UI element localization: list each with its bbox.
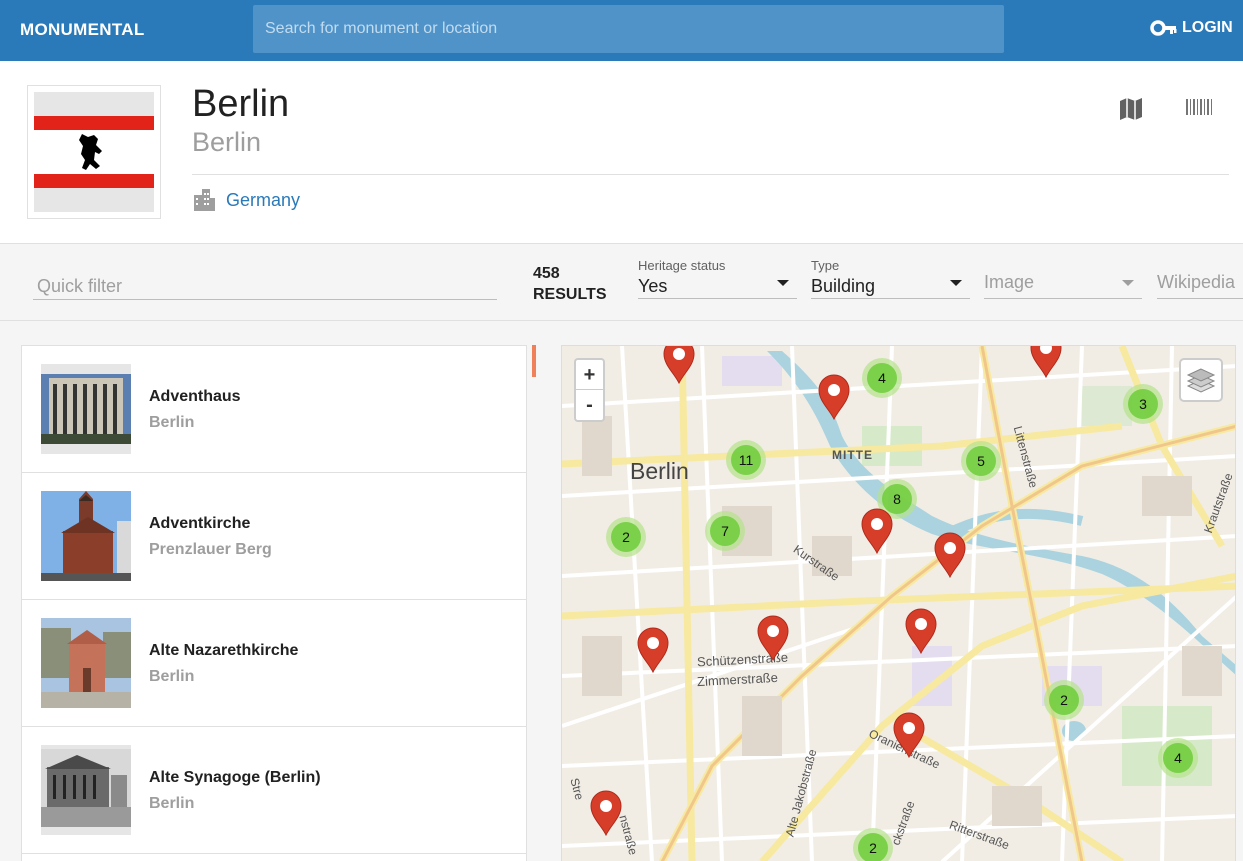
- page-title: Berlin: [192, 83, 290, 125]
- map-marker-pin[interactable]: [933, 532, 967, 578]
- list-item[interactable]: Alte Synagoge (Berlin) Berlin: [22, 727, 526, 854]
- list-item[interactable]: Adventkirche Prenzlauer Berg: [22, 473, 526, 600]
- login-button[interactable]: LOGIN: [1150, 18, 1233, 38]
- berlin-flag-icon: [34, 92, 154, 212]
- image-select[interactable]: Image: [984, 258, 1142, 299]
- image-placeholder: Image: [984, 272, 1035, 292]
- type-label: Type: [811, 258, 840, 273]
- cluster-count: 5: [966, 446, 996, 476]
- monument-name: Alte Synagoge (Berlin): [149, 769, 321, 786]
- country-link[interactable]: Germany: [226, 190, 300, 211]
- cluster-count: 2: [1049, 685, 1079, 715]
- monument-thumbnail: [41, 745, 131, 835]
- results-number: 458: [533, 265, 560, 282]
- dropdown-arrow-icon: [777, 280, 789, 286]
- heritage-status-value: Yes: [638, 276, 668, 296]
- map-cluster[interactable]: 7: [705, 511, 745, 551]
- map-view-button[interactable]: [1119, 97, 1143, 126]
- cluster-count: 11: [731, 445, 761, 475]
- list-item[interactable]: Alte Nazarethkirche Berlin: [22, 600, 526, 727]
- church-photo-icon: [41, 491, 131, 581]
- dropdown-arrow-icon: [1122, 280, 1134, 286]
- monument-location: Berlin: [149, 414, 195, 431]
- map-marker-pin[interactable]: [892, 712, 926, 758]
- quick-filter-input[interactable]: [33, 274, 497, 300]
- map-cluster[interactable]: 2: [1044, 680, 1084, 720]
- map-marker-pin[interactable]: [589, 790, 623, 836]
- map-tiles: [562, 346, 1235, 861]
- type-select[interactable]: Type Building: [811, 258, 970, 299]
- map-cluster[interactable]: 2: [853, 828, 893, 861]
- monument-name: Adventkirche: [149, 515, 251, 532]
- monument-thumbnail: [41, 491, 131, 581]
- flag-image: [27, 85, 161, 219]
- header-divider: [192, 174, 1229, 175]
- map-icon: [1120, 98, 1142, 120]
- map-marker-pin[interactable]: [904, 608, 938, 654]
- top-app-bar: MONUMENTAL LOGIN: [0, 0, 1243, 61]
- map-marker-pin[interactable]: [1029, 345, 1063, 378]
- barcode-button[interactable]: [1186, 97, 1212, 122]
- city-icon: [194, 189, 215, 211]
- results-count: 458 RESULTS: [533, 263, 606, 305]
- map-cluster[interactable]: 11: [726, 440, 766, 480]
- cluster-count: 2: [858, 833, 888, 861]
- building-photo-icon: [41, 374, 131, 444]
- cluster-count: 3: [1128, 389, 1158, 419]
- type-value: Building: [811, 276, 876, 296]
- monument-location: Prenzlauer Berg: [149, 541, 272, 558]
- map-marker-pin[interactable]: [662, 345, 696, 384]
- map-cluster[interactable]: 2: [606, 517, 646, 557]
- monument-name: Alte Nazarethkirche: [149, 642, 299, 659]
- monument-location: Berlin: [149, 668, 195, 685]
- monument-location: Berlin: [149, 795, 195, 812]
- map-cluster[interactable]: 3: [1123, 384, 1163, 424]
- heritage-status-select[interactable]: Heritage status Yes: [638, 258, 797, 299]
- monument-map[interactable]: Berlin MITTE Schützenstraße Zimmerstraße…: [561, 345, 1236, 861]
- filter-bar: 458 RESULTS Heritage status Yes Type Bui…: [0, 244, 1243, 321]
- brand-logo[interactable]: MONUMENTAL: [20, 20, 145, 40]
- monument-list: Adventhaus Berlin Adventkirche Prenzlaue…: [21, 345, 527, 861]
- map-cluster[interactable]: 5: [961, 441, 1001, 481]
- monument-name: Adventhaus: [149, 388, 241, 405]
- map-marker-pin[interactable]: [860, 508, 894, 554]
- layers-icon: [1186, 368, 1216, 393]
- wikipedia-select[interactable]: Wikipedia: [1157, 258, 1243, 299]
- heritage-status-label: Heritage status: [638, 258, 726, 273]
- map-marker-pin[interactable]: [817, 374, 851, 420]
- cluster-count: 7: [710, 516, 740, 546]
- country-row: Germany: [192, 189, 300, 211]
- wikipedia-placeholder: Wikipedia: [1157, 272, 1236, 292]
- map-marker-pin[interactable]: [756, 615, 790, 661]
- monument-thumbnail: [41, 364, 131, 454]
- synagogue-photo-icon: [41, 749, 131, 827]
- zoom-in-button[interactable]: +: [576, 360, 603, 390]
- search-input[interactable]: [253, 5, 1004, 53]
- location-header: Berlin Berlin Germany: [0, 61, 1243, 244]
- map-cluster[interactable]: 4: [862, 358, 902, 398]
- page-subtitle: Berlin: [192, 127, 262, 157]
- dropdown-arrow-icon: [950, 280, 962, 286]
- login-label: LOGIN: [1182, 19, 1233, 36]
- zoom-out-button[interactable]: -: [576, 390, 603, 420]
- results-label: RESULTS: [533, 286, 607, 303]
- list-item[interactable]: Adventhaus Berlin: [22, 346, 526, 473]
- map-marker-pin[interactable]: [636, 627, 670, 673]
- map-layers-button[interactable]: [1179, 358, 1223, 402]
- map-zoom-control: + -: [574, 358, 605, 422]
- church-photo-icon: [41, 618, 131, 708]
- map-cluster[interactable]: 4: [1158, 738, 1198, 778]
- barcode-icon: [1186, 99, 1212, 115]
- cluster-count: 4: [867, 363, 897, 393]
- list-scrollbar[interactable]: [532, 345, 536, 377]
- monument-thumbnail: [41, 618, 131, 708]
- cluster-count: 2: [611, 522, 641, 552]
- key-icon: [1150, 20, 1177, 36]
- cluster-count: 4: [1163, 743, 1193, 773]
